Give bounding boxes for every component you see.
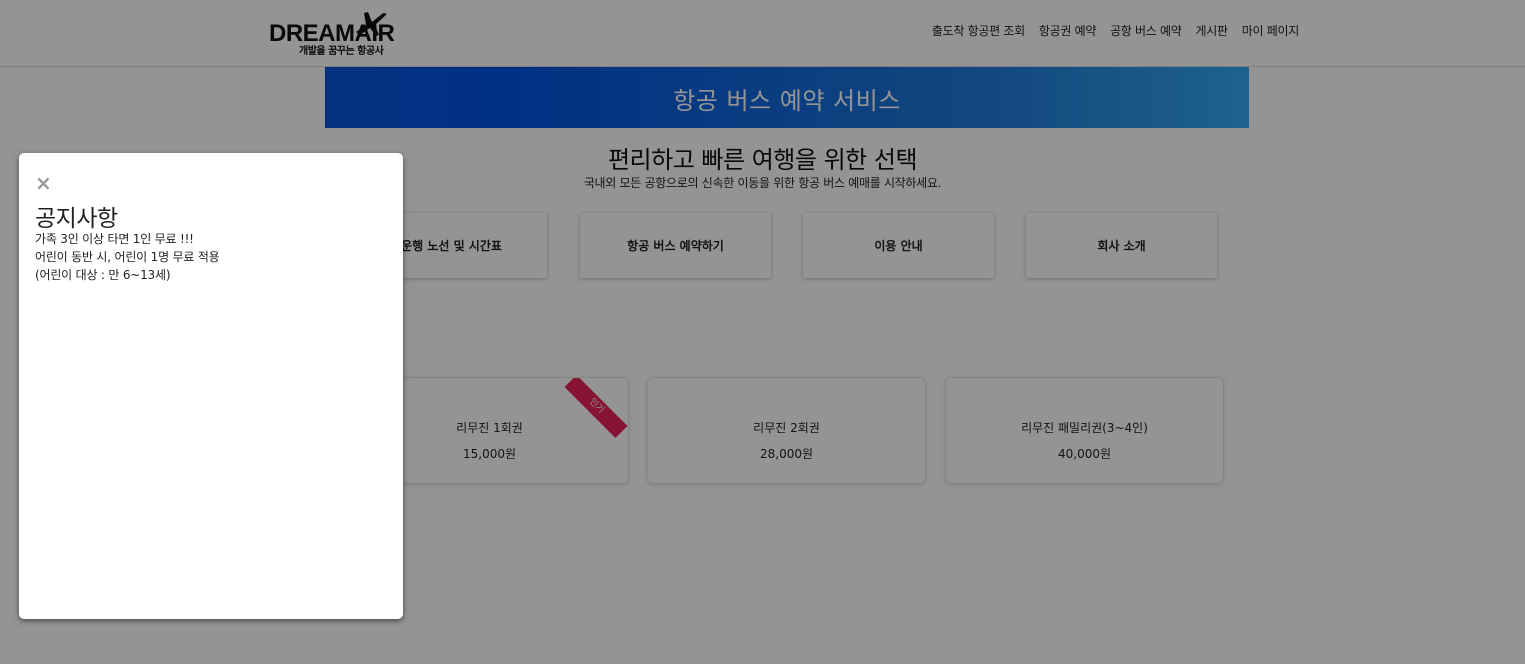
notice-line: 어린이 동반 시, 어린이 1명 무료 적용 bbox=[35, 250, 220, 264]
notice-modal: × 공지사항 가족 3인 이상 타면 1인 무료 !!! 어린이 동반 시, 어… bbox=[19, 153, 403, 619]
notice-line: (어린이 대상 : 만 6~13세) bbox=[35, 268, 171, 282]
modal-body: 가족 3인 이상 타면 1인 무료 !!! 어린이 동반 시, 어린이 1명 무… bbox=[35, 230, 220, 284]
modal-title: 공지사항 bbox=[35, 206, 118, 232]
notice-line: 가족 3인 이상 타면 1인 무료 !!! bbox=[35, 232, 194, 246]
close-icon[interactable]: × bbox=[35, 173, 52, 193]
